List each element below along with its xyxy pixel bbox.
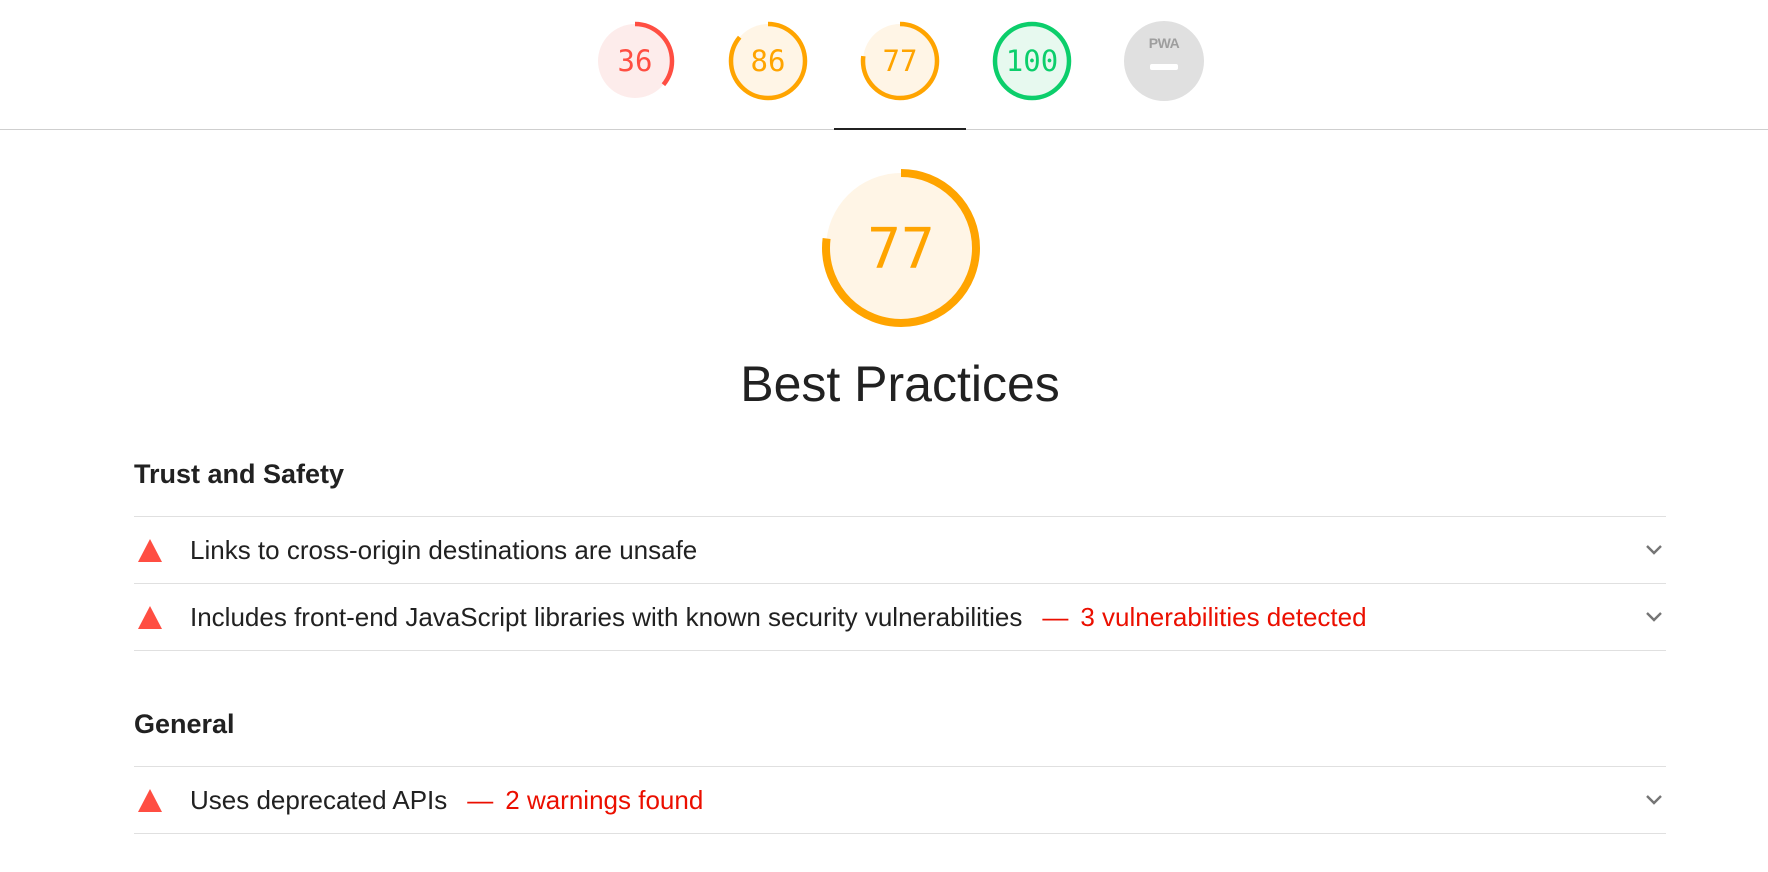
gauge-pwa[interactable]: PWA — [1124, 21, 1206, 103]
gauge-best-practices[interactable]: 77 — [859, 20, 941, 102]
audit-title: Links to cross-origin destinations are u… — [190, 534, 698, 565]
warning-triangle-icon — [138, 538, 162, 562]
gauge-performance[interactable]: 36 — [594, 20, 676, 102]
gauge-seo[interactable]: 100 — [991, 20, 1073, 102]
chevron-down-icon[interactable] — [1644, 607, 1664, 627]
audit-separator: — — [467, 784, 494, 815]
gauge-ring: 77 — [860, 21, 940, 101]
warning-triangle-icon — [138, 788, 162, 812]
category-score-value: 77 — [867, 217, 934, 282]
gauge-ring: 100 — [992, 21, 1072, 101]
audit-separator: — — [1042, 601, 1069, 632]
category-title: Best Practices — [740, 356, 1060, 412]
audit-display-value: 3 vulnerabilities detected — [1080, 601, 1367, 632]
category-score-gauge: 77 — [820, 167, 982, 329]
audit-item[interactable]: Includes front-end JavaScript libraries … — [134, 583, 1666, 651]
pwa-badge: PWA — [1124, 21, 1204, 101]
audit-title: Uses deprecated APIs — [190, 784, 448, 815]
audit-group-trust-and-safety: Trust and Safety Links to cross-origin d… — [134, 458, 1666, 651]
gauge-accessibility[interactable]: 86 — [727, 20, 809, 102]
audit-item[interactable]: Uses deprecated APIs — 2 warnings found — [134, 766, 1666, 834]
warning-triangle-icon — [138, 605, 162, 629]
gauge-ring: 36 — [595, 21, 675, 101]
gauge-score: 86 — [751, 44, 786, 78]
category-score-tabs: 36 86 77 100 PWA — [0, 0, 1768, 130]
audit-display-value: 2 warnings found — [505, 784, 704, 815]
audit-title: Includes front-end JavaScript libraries … — [190, 601, 1023, 632]
chevron-down-icon[interactable] — [1644, 790, 1664, 810]
audit-item[interactable]: Links to cross-origin destinations are u… — [134, 516, 1666, 583]
pwa-dash-icon — [1150, 64, 1178, 70]
audit-group-general: General Uses deprecated APIs — 2 warning… — [134, 708, 1666, 834]
gauge-score: 36 — [618, 44, 653, 78]
big-gauge-ring: 77 — [822, 169, 980, 327]
pwa-label: PWA — [1148, 35, 1180, 51]
active-tab-indicator — [834, 128, 966, 130]
gauge-score: 100 — [1006, 44, 1058, 78]
gauge-score: 77 — [883, 44, 918, 78]
gauge-ring: 86 — [728, 21, 808, 101]
chevron-down-icon[interactable] — [1644, 540, 1664, 560]
group-title: General — [134, 709, 235, 739]
group-title: Trust and Safety — [134, 459, 345, 489]
